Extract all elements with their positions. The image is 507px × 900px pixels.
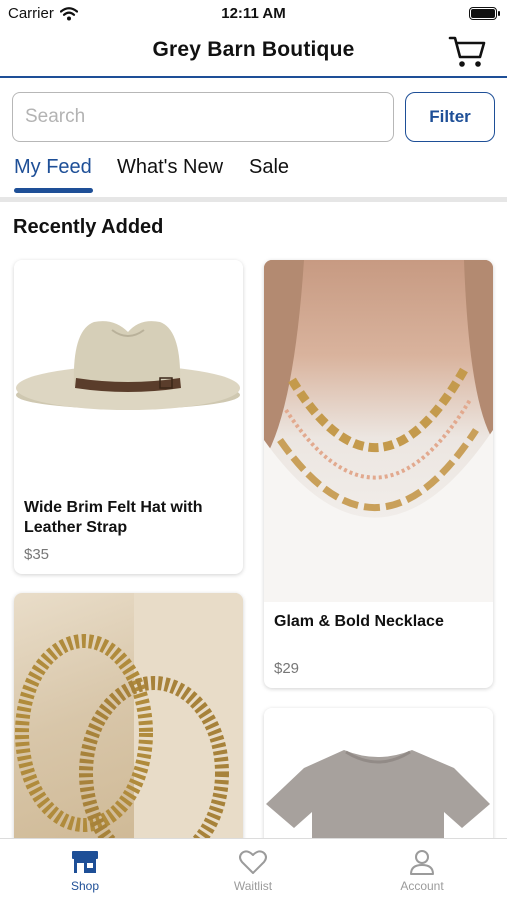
nav-waitlist[interactable]: Waitlist xyxy=(203,847,303,893)
nav-shop[interactable]: Shop xyxy=(35,847,135,893)
product-card-earrings[interactable] xyxy=(14,593,243,853)
feed-tabs: My Feed What's New Sale xyxy=(0,150,507,202)
nav-label: Shop xyxy=(70,879,100,893)
divider xyxy=(0,197,507,202)
section-title: Recently Added xyxy=(13,216,164,238)
search-input[interactable] xyxy=(12,92,394,142)
bottom-nav: Shop Waitlist Account xyxy=(0,838,507,900)
status-time: 12:11 AM xyxy=(221,5,286,22)
earrings-image xyxy=(14,593,243,853)
nav-account[interactable]: Account xyxy=(372,847,472,893)
product-card-necklace[interactable]: Glam & Bold Necklace $29 xyxy=(264,260,493,688)
filter-button[interactable]: Filter xyxy=(405,92,495,142)
necklace-image xyxy=(264,260,493,602)
product-title: Glam & Bold Necklace xyxy=(274,613,444,630)
app-header: Grey Barn Boutique xyxy=(0,28,507,78)
heart-icon xyxy=(239,850,267,874)
tshirt-image xyxy=(264,708,493,848)
tab-sale[interactable]: Sale xyxy=(249,156,289,179)
product-card-hat[interactable]: Wide Brim Felt Hat with Leather Strap $3… xyxy=(14,260,243,574)
cart-icon[interactable] xyxy=(447,34,487,70)
product-title: Wide Brim Felt Hat with Leather Strap xyxy=(24,499,203,536)
product-card-tshirt[interactable] xyxy=(264,708,493,853)
tab-my-feed[interactable]: My Feed xyxy=(14,156,92,179)
shop-icon xyxy=(72,851,98,873)
status-bar: Carrier 12:11 AM xyxy=(0,0,507,28)
nav-label: Account xyxy=(400,879,444,893)
product-price: $35 xyxy=(24,546,50,563)
nav-label: Waitlist xyxy=(233,879,273,893)
product-price: $29 xyxy=(274,660,300,677)
tab-whats-new[interactable]: What's New xyxy=(117,156,223,179)
active-tab-indicator xyxy=(14,188,93,193)
battery-icon xyxy=(469,7,500,20)
page-title: Grey Barn Boutique xyxy=(152,38,355,61)
hat-image xyxy=(14,260,243,490)
account-icon xyxy=(410,850,434,875)
